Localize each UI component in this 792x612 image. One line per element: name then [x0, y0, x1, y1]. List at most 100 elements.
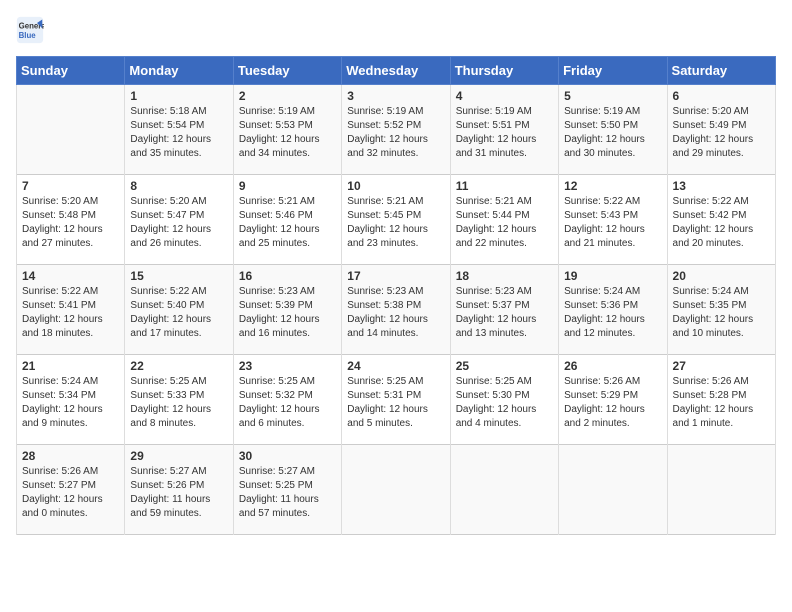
calendar-week-row: 28 Sunrise: 5:26 AM Sunset: 5:27 PM Dayli… [17, 445, 776, 535]
day-number: 15 [130, 269, 227, 283]
cell-info: Sunrise: 5:19 AM Sunset: 5:53 PM Dayligh… [239, 105, 336, 161]
calendar-cell: 26 Sunrise: 5:26 AM Sunset: 5:29 PM Dayli… [559, 355, 667, 445]
calendar-cell: 13Sunrise: 5:22 AM Sunset: 5:42 PM Dayli… [667, 175, 775, 265]
cell-info: Sunrise: 5:27 AM Sunset: 5:26 PM Dayligh… [130, 465, 227, 521]
day-number: 11 [456, 179, 553, 193]
calendar-cell: 5 Sunrise: 5:19 AM Sunset: 5:50 PM Daylig… [559, 85, 667, 175]
calendar-cell: 10 Sunrise: 5:21 AM Sunset: 5:45 PM Dayli… [342, 175, 450, 265]
day-number: 6 [673, 89, 770, 103]
weekday-header: Friday [559, 57, 667, 85]
cell-info: Sunrise: 5:24 AM Sunset: 5:34 PM Dayligh… [22, 375, 119, 431]
cell-info: Sunrise: 5:22 AM Sunset: 5:43 PM Dayligh… [564, 195, 661, 251]
calendar-cell [667, 445, 775, 535]
weekday-row: SundayMondayTuesdayWednesdayThursdayFrid… [17, 57, 776, 85]
day-number: 29 [130, 449, 227, 463]
day-number: 26 [564, 359, 661, 373]
day-number: 5 [564, 89, 661, 103]
cell-info: Sunrise: 5:25 AM Sunset: 5:33 PM Dayligh… [130, 375, 227, 431]
day-number: 9 [239, 179, 336, 193]
cell-info: Sunrise: 5:25 AM Sunset: 5:32 PM Dayligh… [239, 375, 336, 431]
cell-info: Sunrise: 5:19 AM Sunset: 5:52 PM Dayligh… [347, 105, 444, 161]
weekday-header: Wednesday [342, 57, 450, 85]
cell-info: Sunrise: 5:23 AM Sunset: 5:37 PM Dayligh… [456, 285, 553, 341]
cell-info: Sunrise: 5:18 AM Sunset: 5:54 PM Dayligh… [130, 105, 227, 161]
calendar-cell: 12 Sunrise: 5:22 AM Sunset: 5:43 PM Dayli… [559, 175, 667, 265]
calendar-cell: 23 Sunrise: 5:25 AM Sunset: 5:32 PM Dayli… [233, 355, 341, 445]
weekday-header: Monday [125, 57, 233, 85]
calendar-cell: 25 Sunrise: 5:25 AM Sunset: 5:30 PM Dayli… [450, 355, 558, 445]
weekday-header: Sunday [17, 57, 125, 85]
day-number: 14 [22, 269, 119, 283]
day-number: 7 [22, 179, 119, 193]
cell-info: Sunrise: 5:22 AM Sunset: 5:40 PM Dayligh… [130, 285, 227, 341]
day-number: 22 [130, 359, 227, 373]
day-number: 27 [673, 359, 770, 373]
weekday-header: Tuesday [233, 57, 341, 85]
cell-info: Sunrise: 5:24 AM Sunset: 5:36 PM Dayligh… [564, 285, 661, 341]
calendar-cell [450, 445, 558, 535]
day-number: 12 [564, 179, 661, 193]
cell-info: Sunrise: 5:25 AM Sunset: 5:30 PM Dayligh… [456, 375, 553, 431]
day-number: 24 [347, 359, 444, 373]
calendar-cell: 20Sunrise: 5:24 AM Sunset: 5:35 PM Dayli… [667, 265, 775, 355]
cell-info: Sunrise: 5:22 AM Sunset: 5:42 PM Dayligh… [673, 195, 770, 251]
calendar-cell: 30Sunrise: 5:27 AM Sunset: 5:25 PM Dayli… [233, 445, 341, 535]
calendar-week-row: 1 Sunrise: 5:18 AM Sunset: 5:54 PM Daylig… [17, 85, 776, 175]
calendar-cell: 8 Sunrise: 5:20 AM Sunset: 5:47 PM Daylig… [125, 175, 233, 265]
day-number: 30 [239, 449, 336, 463]
cell-info: Sunrise: 5:26 AM Sunset: 5:29 PM Dayligh… [564, 375, 661, 431]
day-number: 16 [239, 269, 336, 283]
logo-icon: General Blue [16, 16, 44, 44]
cell-info: Sunrise: 5:26 AM Sunset: 5:27 PM Dayligh… [22, 465, 119, 521]
calendar-cell: 3 Sunrise: 5:19 AM Sunset: 5:52 PM Daylig… [342, 85, 450, 175]
day-number: 19 [564, 269, 661, 283]
day-number: 28 [22, 449, 119, 463]
day-number: 8 [130, 179, 227, 193]
calendar-cell [559, 445, 667, 535]
calendar-cell: 11 Sunrise: 5:21 AM Sunset: 5:44 PM Dayli… [450, 175, 558, 265]
calendar-week-row: 21 Sunrise: 5:24 AM Sunset: 5:34 PM Dayli… [17, 355, 776, 445]
day-number: 3 [347, 89, 444, 103]
calendar-cell: 1 Sunrise: 5:18 AM Sunset: 5:54 PM Daylig… [125, 85, 233, 175]
cell-info: Sunrise: 5:22 AM Sunset: 5:41 PM Dayligh… [22, 285, 119, 341]
cell-info: Sunrise: 5:21 AM Sunset: 5:45 PM Dayligh… [347, 195, 444, 251]
calendar-header: SundayMondayTuesdayWednesdayThursdayFrid… [17, 57, 776, 85]
calendar-week-row: 7 Sunrise: 5:20 AM Sunset: 5:48 PM Daylig… [17, 175, 776, 265]
calendar-cell: 24Sunrise: 5:25 AM Sunset: 5:31 PM Dayli… [342, 355, 450, 445]
calendar-cell: 9Sunrise: 5:21 AM Sunset: 5:46 PM Daylig… [233, 175, 341, 265]
calendar-cell: 4Sunrise: 5:19 AM Sunset: 5:51 PM Daylig… [450, 85, 558, 175]
day-number: 23 [239, 359, 336, 373]
cell-info: Sunrise: 5:19 AM Sunset: 5:50 PM Dayligh… [564, 105, 661, 161]
day-number: 17 [347, 269, 444, 283]
cell-info: Sunrise: 5:20 AM Sunset: 5:48 PM Dayligh… [22, 195, 119, 251]
calendar-cell: 6 Sunrise: 5:20 AM Sunset: 5:49 PM Daylig… [667, 85, 775, 175]
calendar-cell: 19 Sunrise: 5:24 AM Sunset: 5:36 PM Dayli… [559, 265, 667, 355]
calendar-cell: 17 Sunrise: 5:23 AM Sunset: 5:38 PM Dayli… [342, 265, 450, 355]
cell-info: Sunrise: 5:23 AM Sunset: 5:38 PM Dayligh… [347, 285, 444, 341]
calendar-cell: 22 Sunrise: 5:25 AM Sunset: 5:33 PM Dayli… [125, 355, 233, 445]
page-header: General Blue [16, 16, 776, 44]
cell-info: Sunrise: 5:23 AM Sunset: 5:39 PM Dayligh… [239, 285, 336, 341]
day-number: 1 [130, 89, 227, 103]
calendar-cell: 21 Sunrise: 5:24 AM Sunset: 5:34 PM Dayli… [17, 355, 125, 445]
calendar-body: 1 Sunrise: 5:18 AM Sunset: 5:54 PM Daylig… [17, 85, 776, 535]
day-number: 4 [456, 89, 553, 103]
weekday-header: Saturday [667, 57, 775, 85]
weekday-header: Thursday [450, 57, 558, 85]
day-number: 25 [456, 359, 553, 373]
day-number: 20 [673, 269, 770, 283]
calendar-cell: 7 Sunrise: 5:20 AM Sunset: 5:48 PM Daylig… [17, 175, 125, 265]
cell-info: Sunrise: 5:21 AM Sunset: 5:44 PM Dayligh… [456, 195, 553, 251]
svg-text:Blue: Blue [19, 31, 37, 40]
day-number: 10 [347, 179, 444, 193]
cell-info: Sunrise: 5:20 AM Sunset: 5:47 PM Dayligh… [130, 195, 227, 251]
calendar-cell: 29 Sunrise: 5:27 AM Sunset: 5:26 PM Dayli… [125, 445, 233, 535]
day-number: 18 [456, 269, 553, 283]
cell-info: Sunrise: 5:26 AM Sunset: 5:28 PM Dayligh… [673, 375, 770, 431]
calendar-cell: 15 Sunrise: 5:22 AM Sunset: 5:40 PM Dayli… [125, 265, 233, 355]
calendar-table: SundayMondayTuesdayWednesdayThursdayFrid… [16, 56, 776, 535]
calendar-cell [342, 445, 450, 535]
calendar-cell: 2Sunrise: 5:19 AM Sunset: 5:53 PM Daylig… [233, 85, 341, 175]
cell-info: Sunrise: 5:20 AM Sunset: 5:49 PM Dayligh… [673, 105, 770, 161]
day-number: 21 [22, 359, 119, 373]
